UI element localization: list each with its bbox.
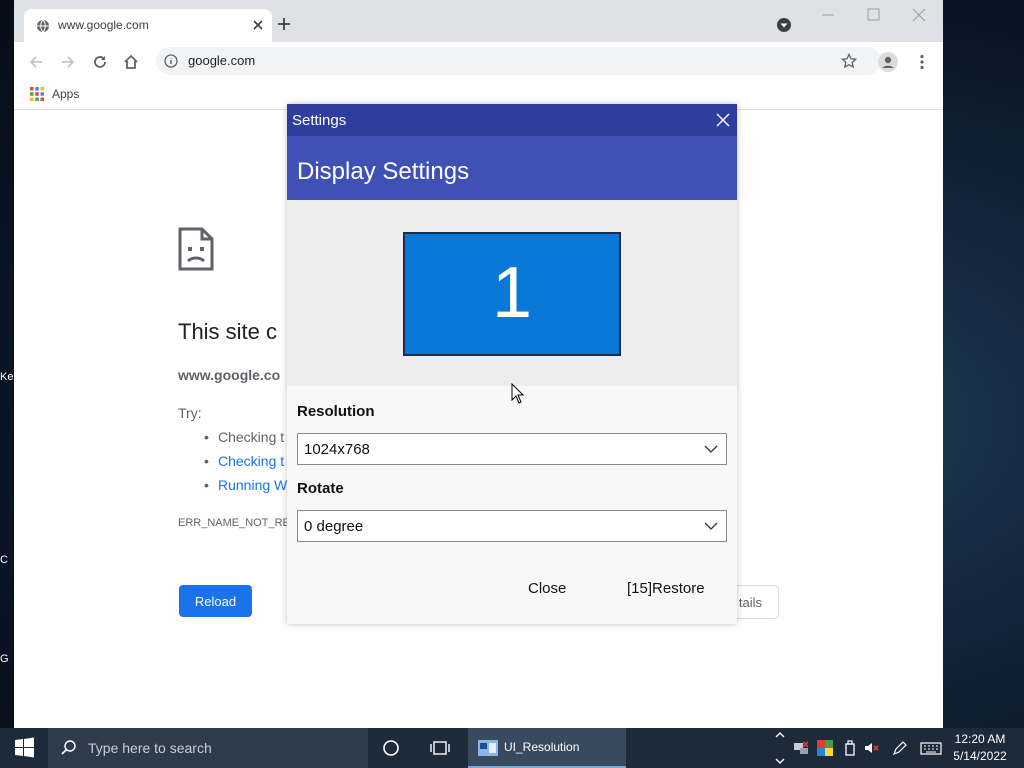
resolution-value: 1024x768 xyxy=(304,441,370,458)
arrow-left-icon[interactable] xyxy=(27,53,45,71)
dialog-title: Settings xyxy=(292,112,347,129)
search-icon xyxy=(61,740,76,755)
address-bar[interactable]: google.com xyxy=(156,47,881,75)
keyboard-icon[interactable] xyxy=(920,740,942,756)
kebab-menu-icon[interactable] xyxy=(913,53,931,71)
apps-grid-icon[interactable] xyxy=(30,87,44,101)
maximize-icon[interactable] xyxy=(866,8,882,22)
home-icon[interactable] xyxy=(122,53,140,71)
usb-tray-icon[interactable] xyxy=(842,740,858,756)
suggestions-list: Checking t Checking t Running W xyxy=(204,427,287,499)
mouse-cursor-icon xyxy=(511,383,525,404)
minimize-icon[interactable] xyxy=(820,8,836,22)
taskbar-app-label: UI_Resolution xyxy=(504,740,580,754)
browser-toolbar: google.com xyxy=(14,42,943,80)
task-view-icon[interactable] xyxy=(430,739,450,757)
network-tray-icon[interactable] xyxy=(793,740,809,756)
volume-muted-icon[interactable] xyxy=(864,740,880,756)
taskbar-search[interactable]: Type here to search xyxy=(48,728,368,768)
address-text[interactable]: google.com xyxy=(188,53,255,68)
sad-document-icon xyxy=(178,227,214,271)
globe-icon xyxy=(37,19,49,33)
dialog-titlebar[interactable]: Settings xyxy=(287,104,737,136)
close-button[interactable]: Close xyxy=(528,580,566,597)
chevron-down-icon xyxy=(704,445,718,453)
plus-icon[interactable] xyxy=(276,16,292,32)
taskbar-app-ui-resolution[interactable]: UI_Resolution xyxy=(468,728,626,768)
clock-date: 5/14/2022 xyxy=(953,749,1007,763)
browser-tab[interactable]: www.google.com xyxy=(24,9,272,42)
profile-icon[interactable] xyxy=(878,52,898,72)
pen-workspace-icon[interactable] xyxy=(892,740,908,756)
list-item: Checking t xyxy=(204,427,287,451)
resolution-label: Resolution xyxy=(297,403,375,420)
monitor-preview-area: 1 xyxy=(287,200,737,386)
dialog-heading: Display Settings xyxy=(297,158,470,185)
app-window-icon xyxy=(478,740,498,756)
rotate-select[interactable]: 0 degree xyxy=(297,510,727,542)
suggestion-link[interactable]: Checking t xyxy=(204,451,287,475)
tab-title: www.google.com xyxy=(58,18,149,32)
desktop-icon-label[interactable]: G xyxy=(0,653,14,665)
dialog-header: Display Settings xyxy=(287,136,737,200)
apps-shortcut[interactable]: Apps xyxy=(52,87,79,101)
error-host: www.google.co xyxy=(178,367,281,383)
close-window-icon[interactable] xyxy=(911,7,927,23)
tray-scroll-icon[interactable] xyxy=(773,728,787,768)
windows-logo-icon[interactable] xyxy=(0,728,48,768)
tab-strip: www.google.com xyxy=(14,0,943,42)
suggestion-link[interactable]: Running W xyxy=(204,475,287,499)
arrow-right-icon[interactable] xyxy=(59,53,77,71)
close-icon[interactable] xyxy=(251,18,265,32)
close-icon[interactable] xyxy=(715,112,731,128)
restore-button[interactable]: [15]Restore xyxy=(627,580,705,597)
tab-search-icon[interactable] xyxy=(776,17,792,33)
reload-button[interactable]: Reload xyxy=(179,585,252,617)
desktop-icon-label[interactable]: Ke xyxy=(0,371,14,383)
resolution-select[interactable]: 1024x768 xyxy=(297,433,727,465)
cortana-circle-icon[interactable] xyxy=(382,739,400,757)
rotate-value: 0 degree xyxy=(304,518,364,535)
star-icon[interactable] xyxy=(841,53,857,69)
monitor-number: 1 xyxy=(491,253,533,333)
info-icon[interactable] xyxy=(164,54,178,68)
search-placeholder: Type here to search xyxy=(88,740,212,756)
reload-icon[interactable] xyxy=(91,53,109,71)
taskbar: Type here to search UI_Resolution 12:20 … xyxy=(0,728,1024,768)
rotate-label: Rotate xyxy=(297,480,344,497)
error-title: This site c xyxy=(178,319,278,344)
settings-dialog: Settings Display Settings 1 Resolution 1… xyxy=(287,104,737,624)
chevron-down-icon xyxy=(704,522,718,530)
error-code: ERR_NAME_NOT_RES xyxy=(178,517,298,529)
monitor-1[interactable]: 1 xyxy=(403,232,621,356)
desktop-icon-label[interactable]: C xyxy=(0,554,14,566)
clock-time: 12:20 AM xyxy=(954,732,1006,746)
color-app-tray-icon[interactable] xyxy=(817,740,833,756)
try-label: Try: xyxy=(178,405,202,421)
system-clock[interactable]: 12:20 AM 5/14/2022 xyxy=(944,731,1016,765)
